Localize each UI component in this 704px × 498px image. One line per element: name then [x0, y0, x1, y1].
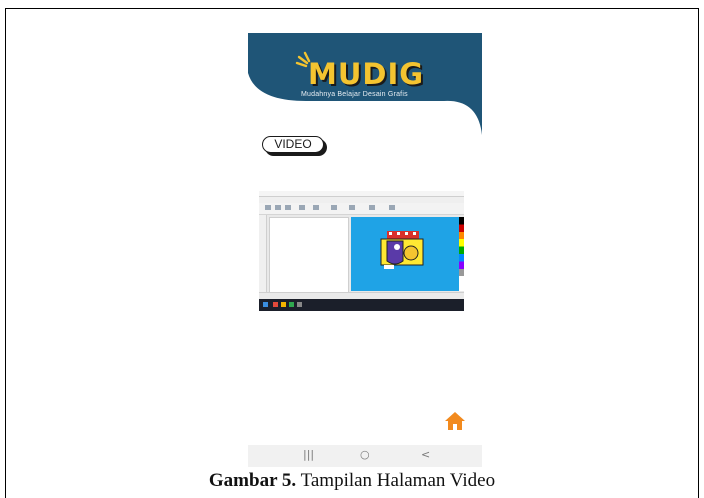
home-icon[interactable]: [444, 411, 466, 431]
thumb-tool-icon: [331, 205, 337, 210]
system-home-icon[interactable]: ○: [360, 448, 370, 461]
video-thumbnail[interactable]: [259, 191, 464, 311]
thumb-tool-icon: [265, 205, 271, 210]
caption-label: Gambar 5.: [208, 470, 297, 491]
thumb-toolbox: [259, 215, 267, 298]
thumb-blank-page: [269, 217, 349, 293]
video-section-label: VIDEO: [262, 136, 324, 153]
thumb-tool-icon: [299, 205, 305, 210]
thumb-tool-icon: [313, 205, 319, 210]
thumb-canvas: [351, 217, 463, 291]
taskbar-app-icon: [289, 302, 294, 307]
app-logo: MUDIG Mudahnya Belajar Desain Grafis: [286, 47, 456, 127]
thumb-tool-icon: [389, 205, 395, 210]
thumb-statusbar: [259, 292, 464, 299]
thumb-color-palette: [459, 217, 464, 291]
system-navigation-bar: ||| ○ <: [248, 445, 482, 467]
thumb-tool-icon: [369, 205, 375, 210]
taskbar-app-icon: [281, 302, 286, 307]
app-subtitle: Mudahnya Belajar Desain Grafis: [301, 91, 408, 98]
figure-caption: Gambar 5. Tampilan Halaman Video: [0, 470, 704, 492]
phone-screen: MUDIG Mudahnya Belajar Desain Grafis VID…: [248, 33, 482, 467]
thumb-tool-icon: [285, 205, 291, 210]
app-title: MUDIG: [308, 57, 425, 91]
thumb-tool-icon: [275, 205, 281, 210]
recents-icon[interactable]: |||: [303, 448, 314, 461]
taskbar-start-icon: [263, 302, 268, 307]
taskbar-app-icon: [297, 302, 302, 307]
caption-text: Tampilan Halaman Video: [296, 470, 496, 491]
thumb-tool-icon: [349, 205, 355, 210]
back-icon[interactable]: <: [421, 448, 430, 461]
artwork-emblem-icon: [380, 231, 424, 269]
taskbar-app-icon: [273, 302, 278, 307]
